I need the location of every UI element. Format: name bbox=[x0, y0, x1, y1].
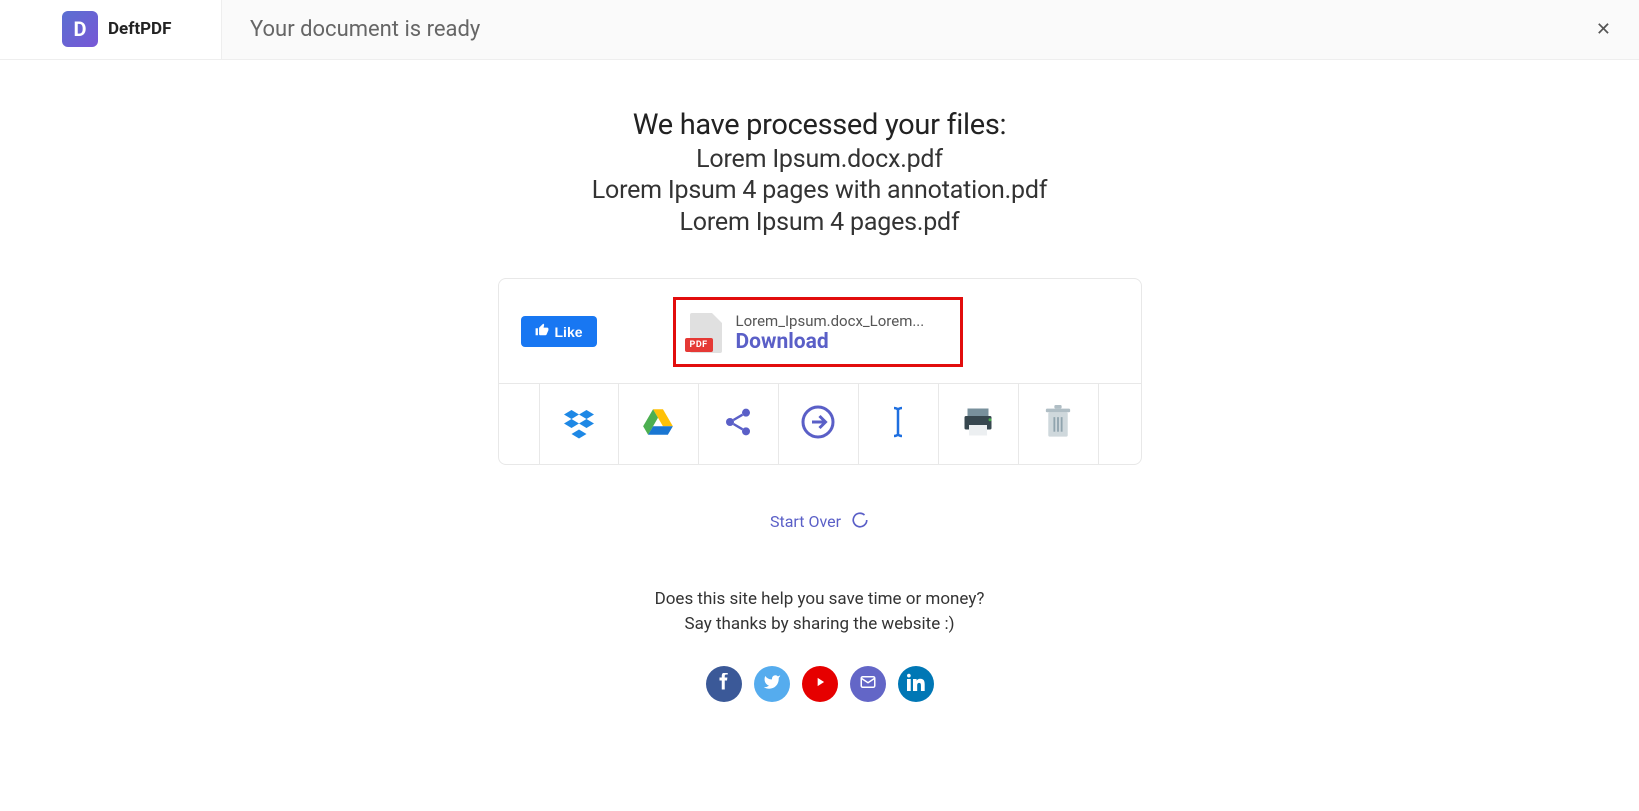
thumbs-up-icon bbox=[535, 323, 549, 340]
download-button[interactable]: PDF Lorem_Ipsum.docx_Lorem... Download bbox=[673, 297, 963, 367]
linkedin-share[interactable] bbox=[898, 666, 934, 702]
brand-logo[interactable]: D DeftPDF bbox=[0, 0, 222, 60]
file-item: Lorem Ipsum 4 pages with annotation.pdf bbox=[0, 175, 1639, 206]
twitter-icon bbox=[763, 673, 781, 695]
action-row bbox=[499, 383, 1141, 464]
footer-line-1: Does this site help you save time or mon… bbox=[0, 587, 1639, 613]
facebook-share[interactable] bbox=[706, 666, 742, 702]
like-button[interactable]: Like bbox=[521, 316, 597, 347]
refresh-icon bbox=[851, 511, 869, 533]
file-item: Lorem Ipsum.docx.pdf bbox=[0, 144, 1639, 175]
file-list: Lorem Ipsum.docx.pdf Lorem Ipsum 4 pages… bbox=[0, 144, 1639, 238]
logo-mark: D bbox=[62, 11, 98, 47]
share-button[interactable] bbox=[699, 384, 779, 464]
main-content: We have processed your files: Lorem Ipsu… bbox=[0, 60, 1639, 702]
rename-button[interactable] bbox=[859, 384, 939, 464]
export-button[interactable] bbox=[779, 384, 859, 464]
download-card: Like PDF Lorem_Ipsum.docx_Lorem... Downl… bbox=[498, 278, 1142, 465]
start-over-link[interactable]: Start Over bbox=[770, 511, 869, 533]
like-label: Like bbox=[555, 324, 583, 340]
youtube-share[interactable] bbox=[802, 666, 838, 702]
close-icon[interactable]: ✕ bbox=[1568, 19, 1639, 40]
delete-button[interactable] bbox=[1019, 384, 1099, 464]
footer-line-2: Say thanks by sharing the website :) bbox=[0, 612, 1639, 638]
footer-text: Does this site help you save time or mon… bbox=[0, 587, 1639, 638]
printer-icon bbox=[960, 404, 996, 444]
download-info: Lorem_Ipsum.docx_Lorem... Download bbox=[736, 312, 925, 354]
brand-name: DeftPDF bbox=[108, 19, 171, 39]
google-drive-icon bbox=[641, 405, 675, 443]
arrow-circle-icon bbox=[800, 404, 836, 444]
dropbox-icon bbox=[561, 404, 597, 444]
email-share[interactable] bbox=[850, 666, 886, 702]
download-top-row: Like PDF Lorem_Ipsum.docx_Lorem... Downl… bbox=[499, 279, 1141, 383]
email-icon bbox=[859, 673, 877, 695]
download-label: Download bbox=[736, 330, 925, 354]
text-cursor-icon bbox=[883, 404, 913, 444]
youtube-icon bbox=[813, 674, 827, 693]
page-title: Your document is ready bbox=[222, 17, 1568, 42]
header-bar: D DeftPDF Your document is ready ✕ bbox=[0, 0, 1639, 60]
share-icon bbox=[722, 406, 754, 442]
facebook-icon bbox=[715, 673, 733, 695]
social-row bbox=[0, 666, 1639, 702]
linkedin-icon bbox=[907, 673, 925, 695]
start-over-label: Start Over bbox=[770, 512, 841, 531]
download-filename: Lorem_Ipsum.docx_Lorem... bbox=[736, 312, 925, 330]
file-item: Lorem Ipsum 4 pages.pdf bbox=[0, 207, 1639, 238]
file-icon: PDF bbox=[690, 313, 722, 353]
pdf-badge: PDF bbox=[685, 338, 713, 352]
trash-icon bbox=[1043, 405, 1073, 443]
google-drive-button[interactable] bbox=[619, 384, 699, 464]
print-button[interactable] bbox=[939, 384, 1019, 464]
dropbox-button[interactable] bbox=[539, 384, 619, 464]
processed-heading: We have processed your files: bbox=[0, 108, 1639, 142]
twitter-share[interactable] bbox=[754, 666, 790, 702]
